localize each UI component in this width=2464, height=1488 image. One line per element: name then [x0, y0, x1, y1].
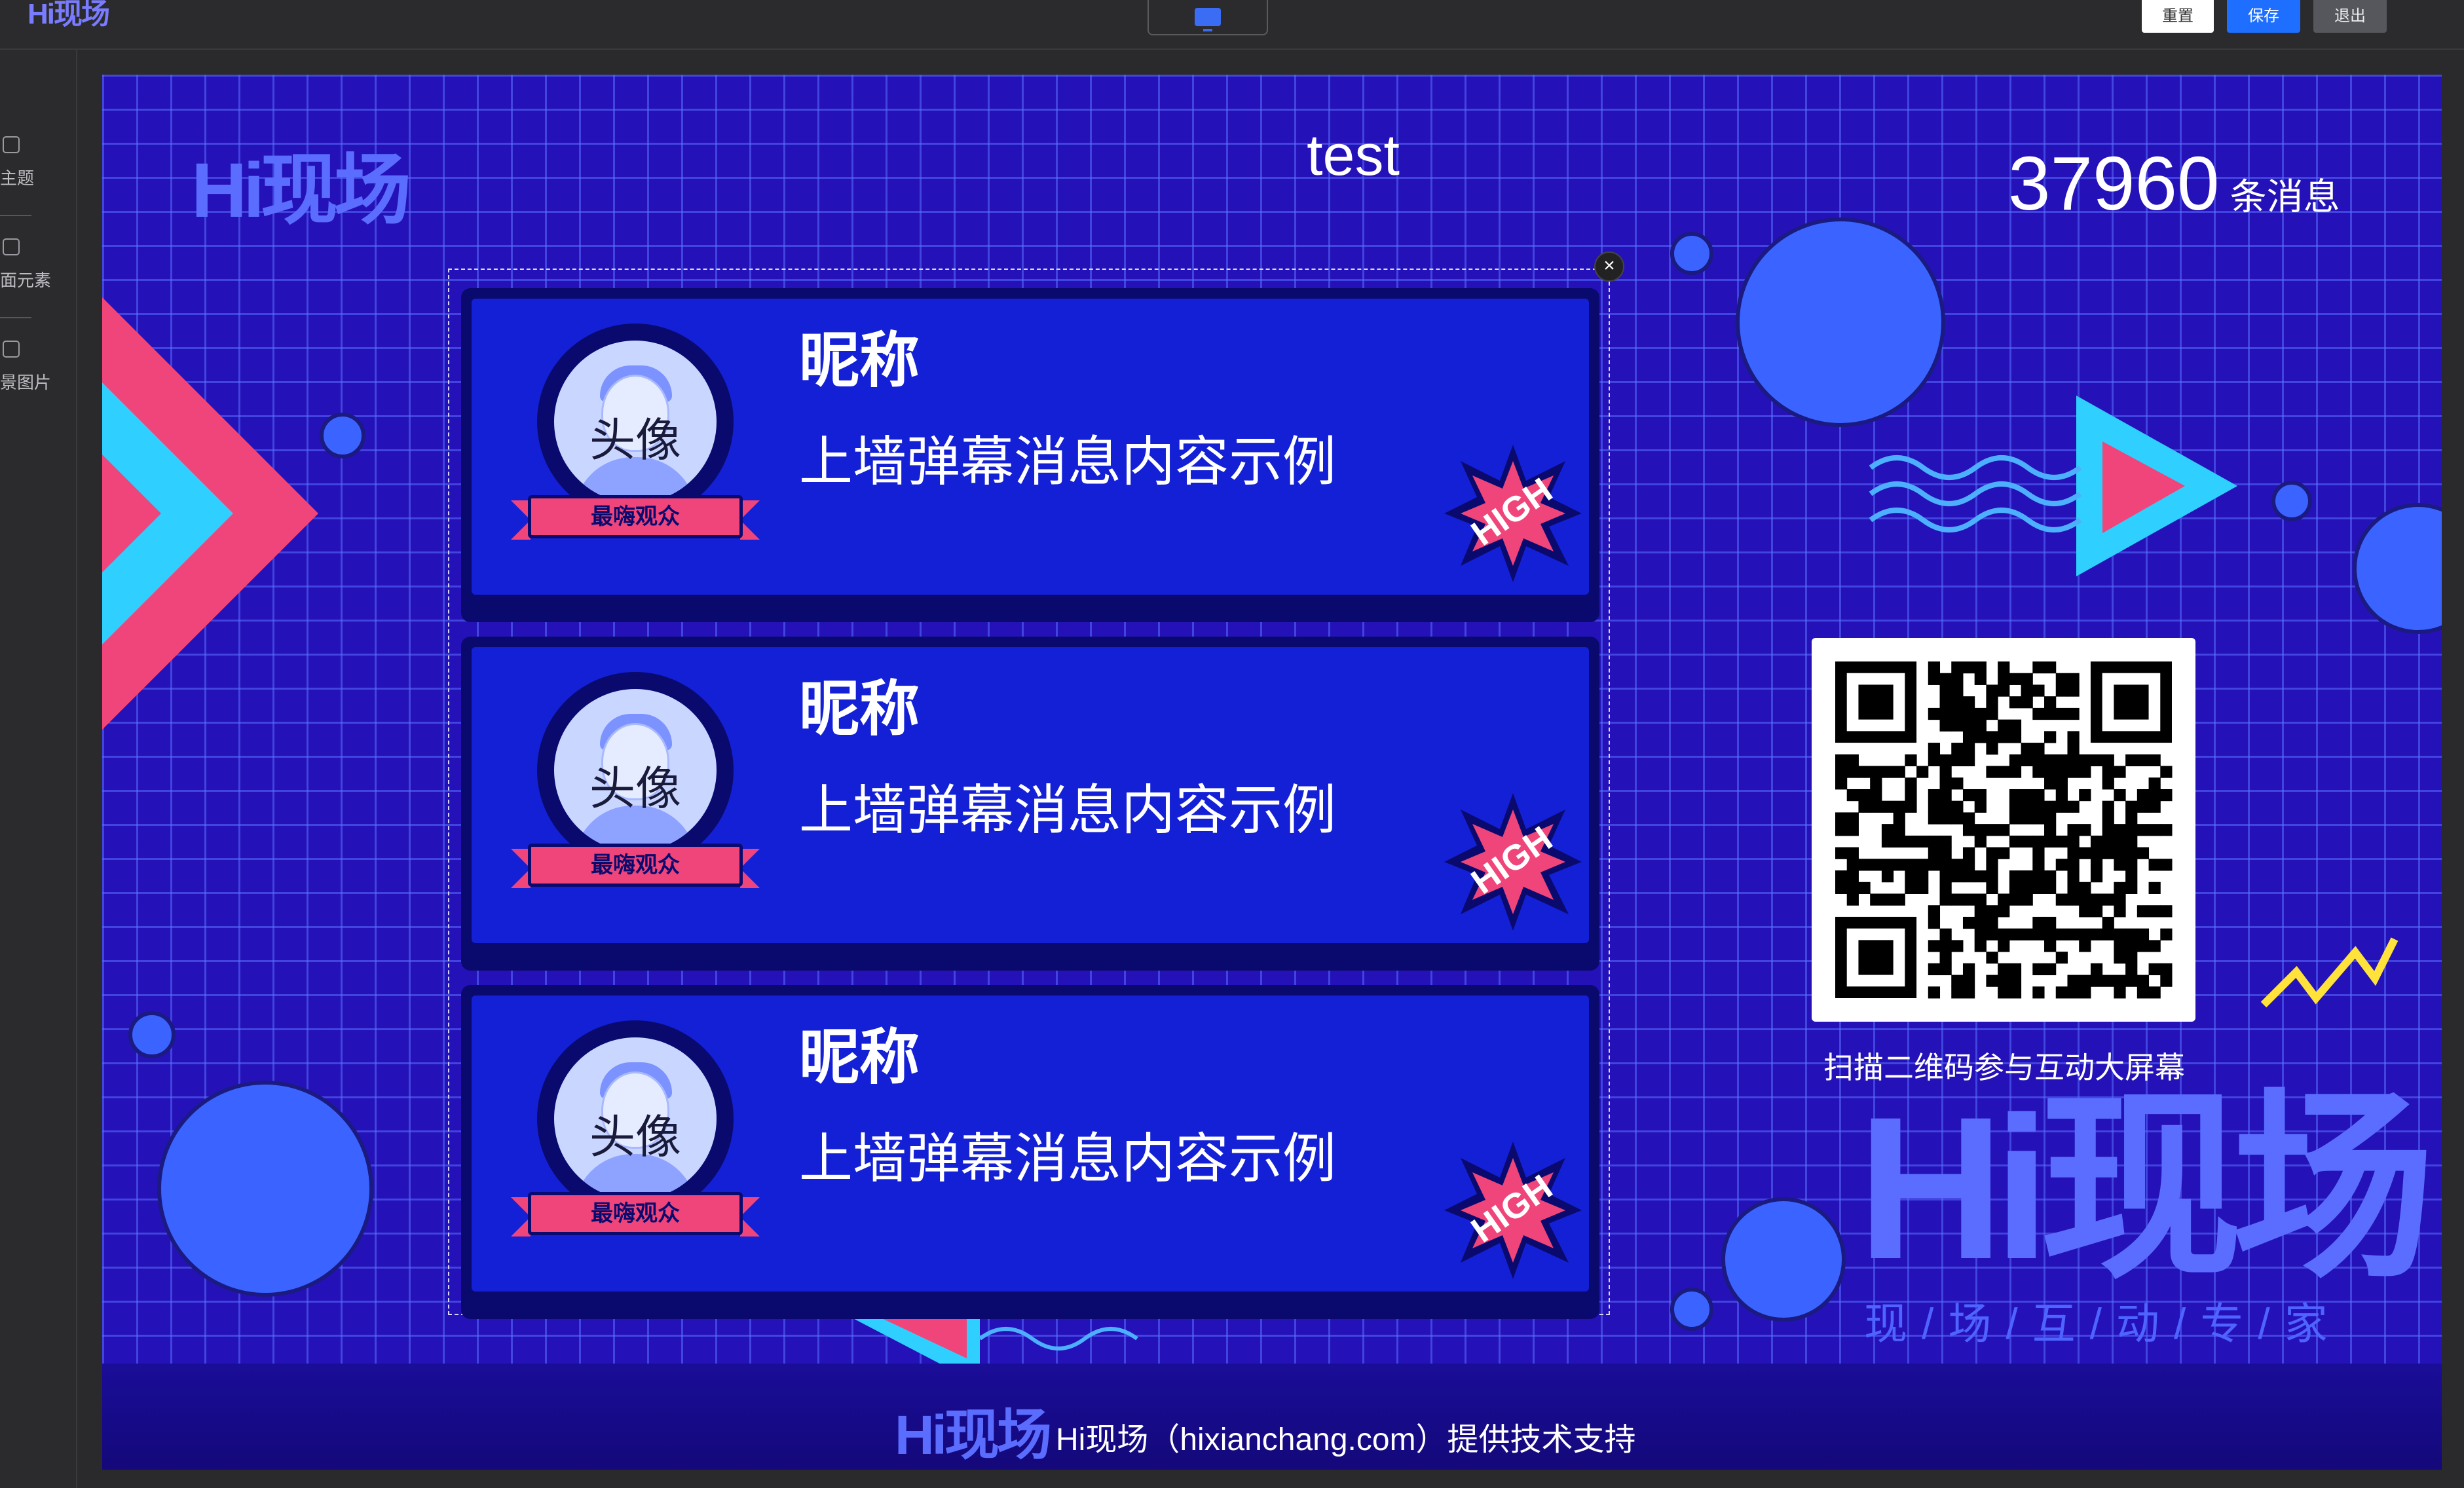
decor-circle: [1670, 232, 1713, 275]
badge-label: 最嗨观众: [591, 1201, 680, 1226]
save-button[interactable]: 保存: [2227, 0, 2300, 33]
brand-logo: Hi现场: [28, 0, 110, 30]
avatar: 头像 最嗨观众: [511, 672, 760, 908]
sidebar-item-theme[interactable]: 主题: [0, 136, 76, 195]
avatar-text: 头像: [589, 415, 681, 466]
message-card[interactable]: 头像 最嗨观众 昵称 上墙弹幕消息内容示例 HIGH: [461, 985, 1599, 1319]
badge-ribbon: 最嗨观众: [511, 495, 760, 540]
nickname: 昵称: [799, 676, 920, 743]
decor-circle: [157, 1081, 373, 1297]
image-icon: [3, 341, 20, 358]
elements-icon: [3, 238, 20, 255]
preview-screen-button[interactable]: [1148, 0, 1268, 35]
monitor-icon: [1195, 8, 1221, 31]
message-content: 上墙弹幕消息内容示例: [799, 1129, 1337, 1189]
exit-button[interactable]: 退出: [2313, 0, 2387, 33]
badge-ribbon: 最嗨观众: [511, 1192, 760, 1237]
slogan: 现/场/互/动/专/家: [1864, 1299, 2342, 1348]
decor-circle: [2271, 481, 2312, 521]
sidebar-divider: [0, 317, 31, 318]
nickname: 昵称: [799, 1024, 920, 1091]
screen-canvas[interactable]: Hi现场 test 37960 条消息 头像 最嗨观众 昵称 上墙弹幕消息内容示例…: [102, 75, 2442, 1470]
hi-logo: Hi现场: [191, 147, 411, 234]
high-sticker-icon: HIGH: [1444, 1142, 1582, 1279]
message-counter: 37960 条消息: [2008, 144, 2340, 236]
message-content: 上墙弹幕消息内容示例: [799, 432, 1337, 492]
high-sticker-icon: HIGH: [1444, 445, 1582, 582]
sidebar-divider: [0, 215, 31, 216]
message-card[interactable]: 头像 最嗨观众 昵称 上墙弹幕消息内容示例 HIGH: [461, 637, 1599, 971]
footer-logo: Hi现场: [895, 1404, 1052, 1466]
left-sidebar: 主题 面元素 景图片: [0, 50, 77, 1488]
message-content: 上墙弹幕消息内容示例: [799, 781, 1337, 840]
sidebar-item-label: 景图片: [0, 373, 52, 392]
sidebar-item-label: 主题: [0, 168, 35, 188]
footer-credit-text: Hi现场（hixianchang.com）提供技术支持: [1056, 1423, 1636, 1457]
high-sticker-icon: HIGH: [1444, 793, 1582, 931]
decor-circle: [1670, 1288, 1713, 1331]
close-icon[interactable]: ×: [1594, 251, 1624, 282]
sidebar-item-elements[interactable]: 面元素: [0, 238, 76, 297]
footer-credit: Hi现场 Hi现场（hixianchang.com）提供技术支持: [895, 1391, 1636, 1470]
badge-label: 最嗨观众: [591, 504, 680, 529]
sidebar-item-background-image[interactable]: 景图片: [0, 341, 76, 400]
decor-circle: [1736, 217, 1945, 427]
qr-code: [1812, 638, 2195, 1022]
nickname: 昵称: [799, 327, 920, 394]
top-toolbar: Hi现场 重置 保存 退出: [0, 0, 2464, 50]
hi-logo-large: Hi现场: [1857, 1074, 2435, 1301]
badge-ribbon: 最嗨观众: [511, 844, 760, 888]
avatar: 头像 最嗨观众: [511, 1020, 760, 1256]
qr-code-image: [1835, 661, 2173, 999]
page-title[interactable]: test: [1117, 122, 1589, 189]
decor-circle: [320, 413, 365, 458]
decor-circle: [128, 1011, 176, 1058]
decor-circle: [1721, 1197, 1846, 1322]
avatar-text: 头像: [589, 763, 681, 814]
reset-button[interactable]: 重置: [2142, 0, 2214, 33]
message-count-value: 37960: [2008, 141, 2220, 226]
message-list[interactable]: 头像 最嗨观众 昵称 上墙弹幕消息内容示例 HIGH 头像 最嗨观众 昵称 上墙…: [448, 269, 1610, 1319]
theme-icon: [3, 136, 20, 153]
message-card[interactable]: 头像 最嗨观众 昵称 上墙弹幕消息内容示例 HIGH: [461, 288, 1599, 622]
avatar: 头像 最嗨观众: [511, 324, 760, 559]
badge-label: 最嗨观众: [591, 853, 680, 878]
sidebar-item-label: 面元素: [0, 270, 52, 290]
avatar-text: 头像: [589, 1111, 681, 1162]
message-count-unit: 条消息: [2230, 176, 2340, 217]
